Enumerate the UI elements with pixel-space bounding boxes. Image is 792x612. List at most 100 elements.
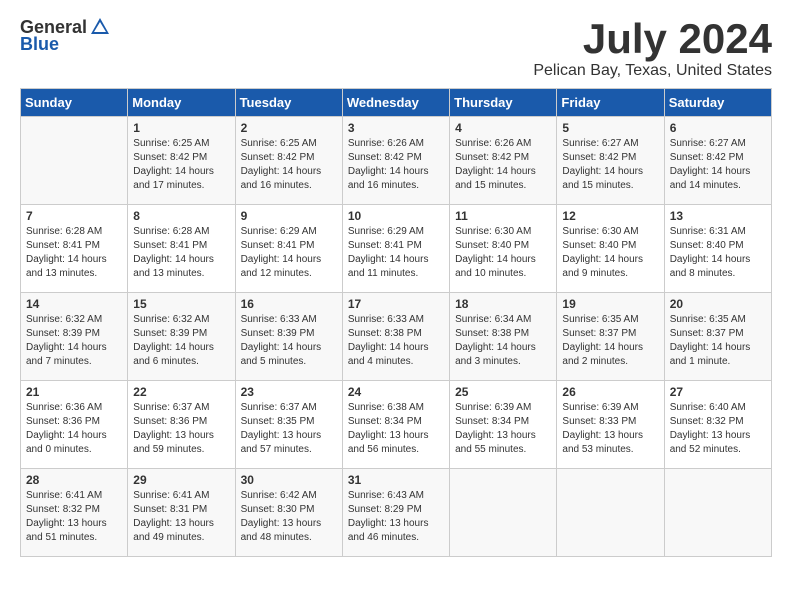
calendar-cell: 8 Sunrise: 6:28 AMSunset: 8:41 PMDaylight… — [128, 205, 235, 293]
weekday-header-row: SundayMondayTuesdayWednesdayThursdayFrid… — [21, 89, 772, 117]
day-info: Sunrise: 6:25 AMSunset: 8:42 PMDaylight:… — [241, 137, 337, 193]
day-number: 16 — [241, 297, 337, 311]
weekday-header: Tuesday — [235, 89, 342, 117]
day-number: 11 — [455, 209, 551, 223]
day-info: Sunrise: 6:36 AMSunset: 8:36 PMDaylight:… — [26, 401, 122, 457]
weekday-header: Sunday — [21, 89, 128, 117]
day-info: Sunrise: 6:29 AMSunset: 8:41 PMDaylight:… — [241, 225, 337, 281]
day-info: Sunrise: 6:32 AMSunset: 8:39 PMDaylight:… — [26, 313, 122, 369]
calendar-cell: 31 Sunrise: 6:43 AMSunset: 8:29 PMDayligh… — [342, 469, 449, 557]
calendar-week-row: 1Sunrise: 6:25 AMSunset: 8:42 PMDaylight… — [21, 117, 772, 205]
weekday-header: Monday — [128, 89, 235, 117]
calendar-cell: 27 Sunrise: 6:40 AMSunset: 8:32 PMDayligh… — [664, 381, 771, 469]
day-number: 24 — [348, 385, 444, 399]
day-number: 19 — [562, 297, 658, 311]
calendar-cell: 15 Sunrise: 6:32 AMSunset: 8:39 PMDayligh… — [128, 293, 235, 381]
calendar-cell: 25Sunrise: 6:39 AMSunset: 8:34 PMDayligh… — [450, 381, 557, 469]
day-info: Sunrise: 6:38 AMSunset: 8:34 PMDaylight:… — [348, 401, 444, 457]
calendar-cell: 18 Sunrise: 6:34 AMSunset: 8:38 PMDayligh… — [450, 293, 557, 381]
location-subtitle: Pelican Bay, Texas, United States — [533, 62, 772, 80]
month-title: July 2024 — [533, 16, 772, 62]
day-number: 26 — [562, 385, 658, 399]
calendar-cell: 5 Sunrise: 6:27 AMSunset: 8:42 PMDaylight… — [557, 117, 664, 205]
day-number: 15 — [133, 297, 229, 311]
calendar-week-row: 21 Sunrise: 6:36 AMSunset: 8:36 PMDayligh… — [21, 381, 772, 469]
calendar-cell: 19 Sunrise: 6:35 AMSunset: 8:37 PMDayligh… — [557, 293, 664, 381]
calendar-cell: 14 Sunrise: 6:32 AMSunset: 8:39 PMDayligh… — [21, 293, 128, 381]
calendar-week-row: 7 Sunrise: 6:28 AMSunset: 8:41 PMDaylight… — [21, 205, 772, 293]
day-number: 27 — [670, 385, 766, 399]
day-info: Sunrise: 6:37 AMSunset: 8:35 PMDaylight:… — [241, 401, 337, 457]
calendar-cell: 26 Sunrise: 6:39 AMSunset: 8:33 PMDayligh… — [557, 381, 664, 469]
calendar-cell: 6 Sunrise: 6:27 AMSunset: 8:42 PMDaylight… — [664, 117, 771, 205]
calendar-cell — [450, 469, 557, 557]
day-number: 13 — [670, 209, 766, 223]
day-number: 31 — [348, 473, 444, 487]
calendar-cell: 10Sunrise: 6:29 AMSunset: 8:41 PMDayligh… — [342, 205, 449, 293]
calendar-cell: 9Sunrise: 6:29 AMSunset: 8:41 PMDaylight… — [235, 205, 342, 293]
day-number: 17 — [348, 297, 444, 311]
day-number: 5 — [562, 121, 658, 135]
day-info: Sunrise: 6:28 AMSunset: 8:41 PMDaylight:… — [133, 225, 229, 281]
day-info: Sunrise: 6:39 AMSunset: 8:33 PMDaylight:… — [562, 401, 658, 457]
day-info: Sunrise: 6:37 AMSunset: 8:36 PMDaylight:… — [133, 401, 229, 457]
calendar-week-row: 14 Sunrise: 6:32 AMSunset: 8:39 PMDayligh… — [21, 293, 772, 381]
calendar-cell: 13 Sunrise: 6:31 AMSunset: 8:40 PMDayligh… — [664, 205, 771, 293]
calendar-cell: 3 Sunrise: 6:26 AMSunset: 8:42 PMDaylight… — [342, 117, 449, 205]
day-info: Sunrise: 6:28 AMSunset: 8:41 PMDaylight:… — [26, 225, 122, 281]
weekday-header: Thursday — [450, 89, 557, 117]
day-number: 8 — [133, 209, 229, 223]
day-number: 29 — [133, 473, 229, 487]
day-info: Sunrise: 6:29 AMSunset: 8:41 PMDaylight:… — [348, 225, 444, 281]
day-number: 20 — [670, 297, 766, 311]
day-info: Sunrise: 6:33 AMSunset: 8:38 PMDaylight:… — [348, 313, 444, 369]
calendar-cell — [557, 469, 664, 557]
day-info: Sunrise: 6:42 AMSunset: 8:30 PMDaylight:… — [241, 489, 337, 545]
day-number: 28 — [26, 473, 122, 487]
day-number: 25 — [455, 385, 551, 399]
day-number: 14 — [26, 297, 122, 311]
day-info: Sunrise: 6:30 AMSunset: 8:40 PMDaylight:… — [562, 225, 658, 281]
day-info: Sunrise: 6:30 AMSunset: 8:40 PMDaylight:… — [455, 225, 551, 281]
day-number: 2 — [241, 121, 337, 135]
day-info: Sunrise: 6:40 AMSunset: 8:32 PMDaylight:… — [670, 401, 766, 457]
calendar-cell: 22 Sunrise: 6:37 AMSunset: 8:36 PMDayligh… — [128, 381, 235, 469]
calendar-cell: 16 Sunrise: 6:33 AMSunset: 8:39 PMDayligh… — [235, 293, 342, 381]
day-info: Sunrise: 6:43 AMSunset: 8:29 PMDaylight:… — [348, 489, 444, 545]
day-info: Sunrise: 6:26 AMSunset: 8:42 PMDaylight:… — [348, 137, 444, 193]
calendar-cell: 2 Sunrise: 6:25 AMSunset: 8:42 PMDaylight… — [235, 117, 342, 205]
day-number: 30 — [241, 473, 337, 487]
calendar-cell: 23 Sunrise: 6:37 AMSunset: 8:35 PMDayligh… — [235, 381, 342, 469]
weekday-header: Saturday — [664, 89, 771, 117]
day-number: 7 — [26, 209, 122, 223]
weekday-header: Friday — [557, 89, 664, 117]
calendar-cell: 4Sunrise: 6:26 AMSunset: 8:42 PMDaylight… — [450, 117, 557, 205]
day-info: Sunrise: 6:35 AMSunset: 8:37 PMDaylight:… — [670, 313, 766, 369]
day-info: Sunrise: 6:27 AMSunset: 8:42 PMDaylight:… — [670, 137, 766, 193]
day-number: 18 — [455, 297, 551, 311]
logo: General Blue — [20, 16, 111, 55]
day-info: Sunrise: 6:27 AMSunset: 8:42 PMDaylight:… — [562, 137, 658, 193]
day-info: Sunrise: 6:34 AMSunset: 8:38 PMDaylight:… — [455, 313, 551, 369]
day-number: 23 — [241, 385, 337, 399]
day-info: Sunrise: 6:35 AMSunset: 8:37 PMDaylight:… — [562, 313, 658, 369]
calendar-cell — [21, 117, 128, 205]
calendar-cell — [664, 469, 771, 557]
calendar-cell: 30 Sunrise: 6:42 AMSunset: 8:30 PMDayligh… — [235, 469, 342, 557]
day-number: 3 — [348, 121, 444, 135]
calendar-cell: 24 Sunrise: 6:38 AMSunset: 8:34 PMDayligh… — [342, 381, 449, 469]
calendar-cell: 21 Sunrise: 6:36 AMSunset: 8:36 PMDayligh… — [21, 381, 128, 469]
day-info: Sunrise: 6:32 AMSunset: 8:39 PMDaylight:… — [133, 313, 229, 369]
day-info: Sunrise: 6:41 AMSunset: 8:31 PMDaylight:… — [133, 489, 229, 545]
day-info: Sunrise: 6:41 AMSunset: 8:32 PMDaylight:… — [26, 489, 122, 545]
day-info: Sunrise: 6:26 AMSunset: 8:42 PMDaylight:… — [455, 137, 551, 193]
day-info: Sunrise: 6:25 AMSunset: 8:42 PMDaylight:… — [133, 137, 229, 193]
day-number: 22 — [133, 385, 229, 399]
calendar-cell: 11 Sunrise: 6:30 AMSunset: 8:40 PMDayligh… — [450, 205, 557, 293]
day-info: Sunrise: 6:33 AMSunset: 8:39 PMDaylight:… — [241, 313, 337, 369]
day-info: Sunrise: 6:31 AMSunset: 8:40 PMDaylight:… — [670, 225, 766, 281]
day-number: 6 — [670, 121, 766, 135]
day-number: 21 — [26, 385, 122, 399]
calendar-cell: 20 Sunrise: 6:35 AMSunset: 8:37 PMDayligh… — [664, 293, 771, 381]
weekday-header: Wednesday — [342, 89, 449, 117]
